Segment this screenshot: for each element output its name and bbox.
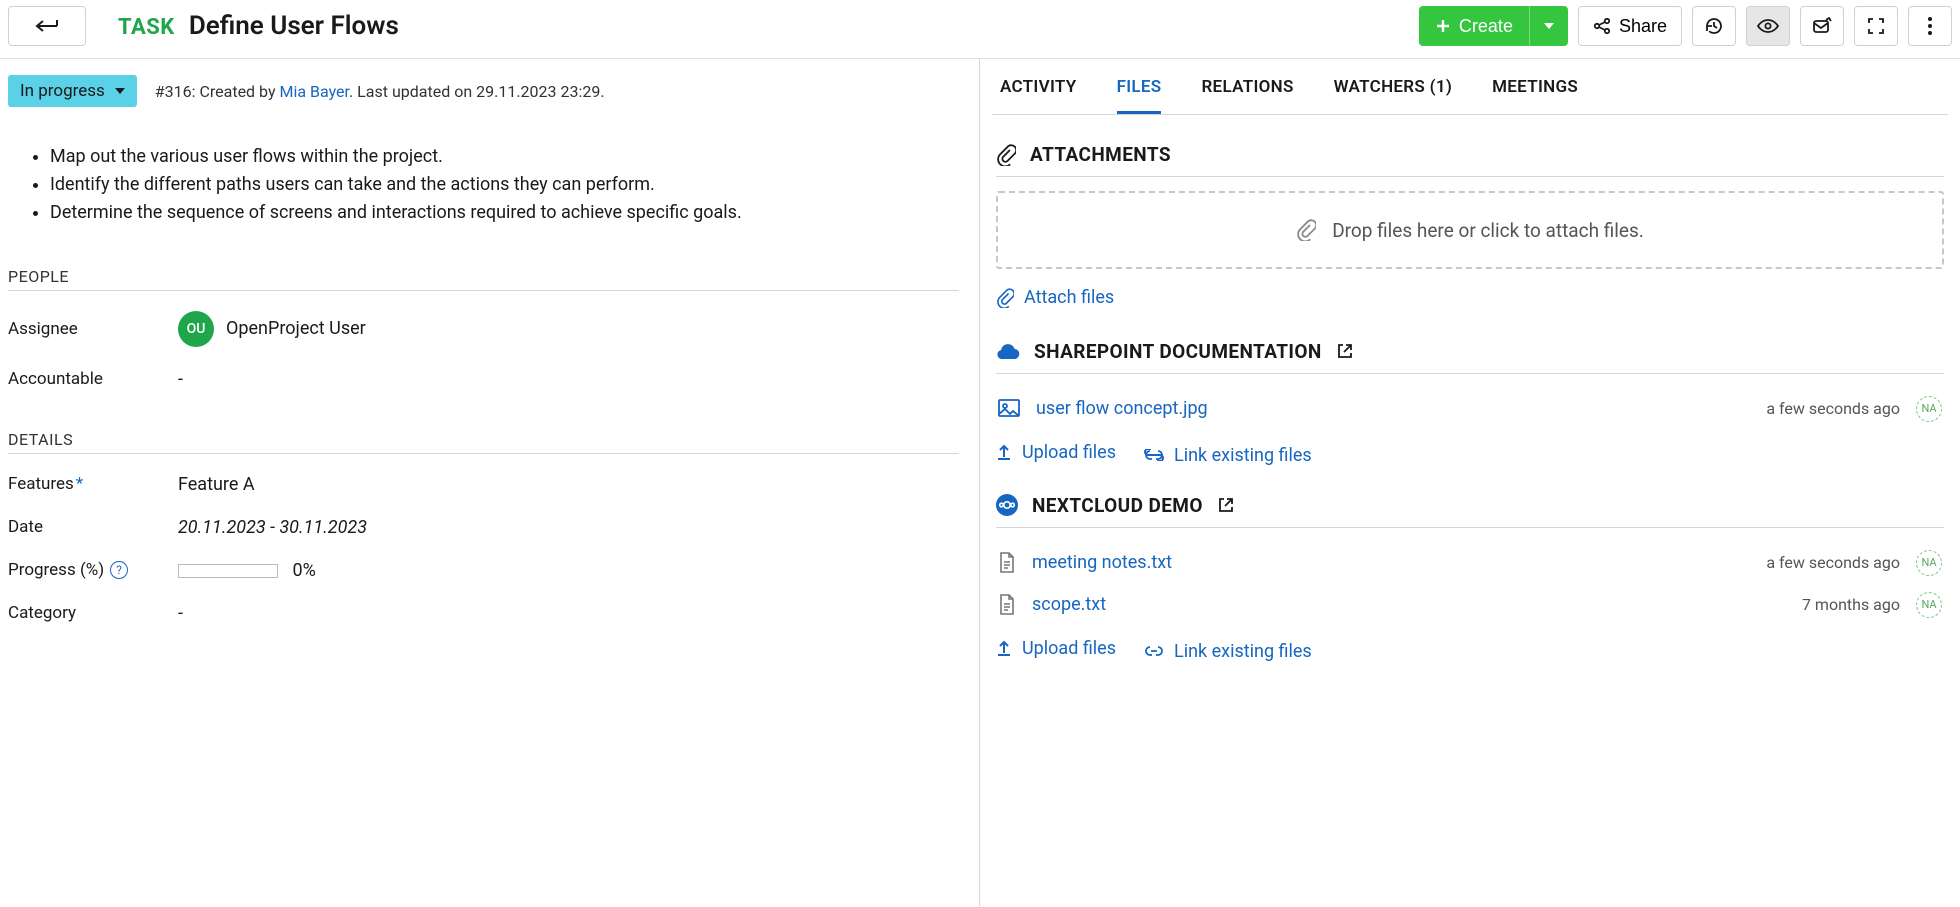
send-icon — [1812, 17, 1832, 35]
paperclip-icon — [1296, 219, 1316, 241]
description-item: Identify the different paths users can t… — [50, 171, 959, 199]
field-label-assignee: Assignee — [8, 319, 178, 339]
field-value-features[interactable]: Feature A — [178, 474, 255, 495]
progress-bar — [178, 564, 278, 578]
field-label-progress: Progress (%) ? — [8, 560, 178, 580]
status-selector[interactable]: In progress — [8, 75, 137, 107]
back-button[interactable] — [8, 6, 86, 46]
description-item: Determine the sequence of screens and in… — [50, 199, 959, 227]
fullscreen-button[interactable] — [1854, 6, 1898, 46]
send-button[interactable] — [1800, 6, 1844, 46]
create-label: Create — [1459, 16, 1513, 37]
tab-files[interactable]: FILES — [1117, 77, 1162, 114]
topbar: TASK Define User Flows Create Share — [0, 0, 1960, 59]
meta-line: #316: Created by Mia Bayer. Last updated… — [155, 82, 605, 101]
sharepoint-heading: SHAREPOINT DOCUMENTATION — [996, 340, 1944, 374]
field-value-progress[interactable]: 0% — [178, 560, 316, 581]
caret-down-icon — [1544, 23, 1554, 29]
dropzone-text: Drop files here or click to attach files… — [1332, 219, 1644, 242]
tab-activity[interactable]: ACTIVITY — [1000, 77, 1077, 114]
field-label-accountable: Accountable — [8, 369, 178, 389]
caret-down-icon — [115, 88, 125, 94]
fullscreen-icon — [1867, 17, 1885, 35]
tab-meetings[interactable]: MEETINGS — [1492, 77, 1578, 114]
share-label: Share — [1619, 16, 1667, 37]
file-name[interactable]: meeting notes.txt — [1032, 552, 1750, 573]
link-icon — [1144, 449, 1164, 461]
tab-relations[interactable]: RELATIONS — [1201, 77, 1293, 114]
file-author-badge: NA — [1916, 396, 1942, 422]
field-value-accountable[interactable]: - — [178, 369, 183, 390]
paperclip-icon — [996, 144, 1016, 166]
file-name[interactable]: user flow concept.jpg — [1036, 398, 1750, 419]
section-heading-people: PEOPLE — [8, 267, 959, 286]
upload-icon — [996, 639, 1012, 657]
paperclip-icon — [996, 288, 1014, 308]
create-dropdown-toggle[interactable] — [1529, 6, 1568, 46]
assignee-name: OpenProject User — [226, 318, 366, 339]
author-link[interactable]: Mia Bayer — [279, 82, 349, 101]
description-list: Map out the various user flows within th… — [30, 143, 959, 227]
topbar-actions: Create Share — [1419, 6, 1952, 46]
external-link-icon[interactable] — [1217, 496, 1235, 514]
share-icon — [1593, 17, 1611, 35]
file-timestamp: a few seconds ago — [1766, 553, 1900, 572]
nextcloud-icon — [996, 494, 1018, 516]
tab-watchers[interactable]: WATCHERS (1) — [1334, 77, 1452, 114]
image-file-icon — [998, 399, 1020, 419]
file-author-badge: NA — [1916, 592, 1942, 618]
file-timestamp: 7 months ago — [1802, 595, 1900, 614]
file-timestamp: a few seconds ago — [1766, 399, 1900, 418]
field-value-category[interactable]: - — [178, 603, 183, 624]
attach-files-link[interactable]: Attach files — [996, 287, 1114, 308]
description-item: Map out the various user flows within th… — [50, 143, 959, 171]
field-label-date: Date — [8, 517, 178, 537]
link-existing-files-link[interactable]: Link existing files — [1144, 445, 1312, 466]
history-button[interactable] — [1692, 6, 1736, 46]
file-name[interactable]: scope.txt — [1032, 594, 1786, 615]
file-row[interactable]: user flow concept.jpg a few seconds ago … — [996, 388, 1944, 430]
kebab-icon — [1928, 17, 1932, 35]
create-button[interactable]: Create — [1419, 6, 1568, 46]
page-title: Define User Flows — [189, 11, 399, 41]
field-label-features: Features* — [8, 474, 178, 494]
tabs: ACTIVITY FILES RELATIONS WATCHERS (1) ME… — [992, 59, 1948, 115]
back-arrow-icon — [33, 17, 61, 35]
help-icon[interactable]: ? — [110, 561, 128, 579]
plus-icon — [1435, 18, 1451, 34]
task-type-label: TASK — [118, 15, 175, 40]
share-button[interactable]: Share — [1578, 6, 1682, 46]
file-row[interactable]: scope.txt 7 months ago NA — [996, 584, 1944, 626]
external-link-icon[interactable] — [1336, 342, 1354, 360]
left-pane: In progress #316: Created by Mia Bayer. … — [0, 59, 980, 906]
cloud-icon — [996, 342, 1020, 360]
watch-button[interactable] — [1746, 6, 1790, 46]
eye-icon — [1757, 18, 1779, 34]
title-block: TASK Define User Flows — [118, 11, 399, 41]
progress-text: 0% — [292, 560, 315, 581]
more-button[interactable] — [1908, 6, 1952, 46]
file-row[interactable]: meeting notes.txt a few seconds ago NA — [996, 542, 1944, 584]
text-file-icon — [998, 594, 1016, 616]
status-label: In progress — [20, 81, 105, 101]
upload-files-link[interactable]: Upload files — [996, 442, 1116, 463]
field-label-category: Category — [8, 603, 178, 623]
file-author-badge: NA — [1916, 550, 1942, 576]
meta-suffix: . Last updated on 29.11.2023 23:29. — [349, 82, 605, 101]
meta-prefix: #316: Created by — [155, 82, 280, 101]
field-value-assignee[interactable]: OU OpenProject User — [178, 311, 366, 347]
avatar: OU — [178, 311, 214, 347]
right-pane: ACTIVITY FILES RELATIONS WATCHERS (1) ME… — [980, 59, 1960, 906]
text-file-icon — [998, 552, 1016, 574]
link-existing-files-link[interactable]: Link existing files — [1144, 641, 1312, 662]
upload-files-link[interactable]: Upload files — [996, 638, 1116, 659]
field-value-date[interactable]: 20.11.2023 - 30.11.2023 — [178, 517, 367, 538]
upload-icon — [996, 443, 1012, 461]
attachments-dropzone[interactable]: Drop files here or click to attach files… — [996, 191, 1944, 269]
nextcloud-heading: NEXTCLOUD DEMO — [996, 494, 1944, 528]
link-icon — [1144, 645, 1164, 657]
section-heading-details: DETAILS — [8, 430, 959, 449]
history-icon — [1704, 16, 1724, 36]
attachments-heading: ATTACHMENTS — [996, 143, 1944, 177]
